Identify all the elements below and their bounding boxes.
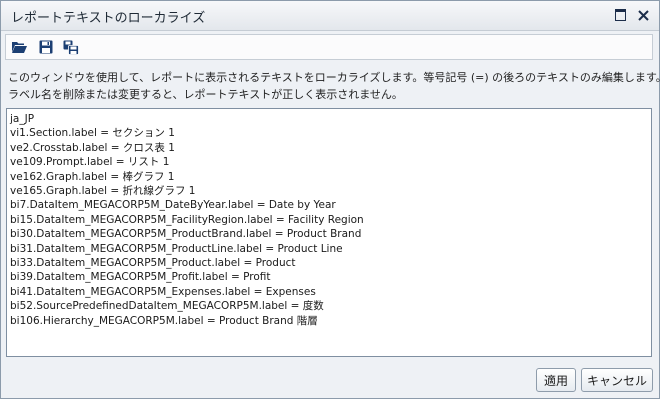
text-line: vi1.Section.label = セクション 1 [10,127,175,140]
text-area-content: ja_JP vi1.Section.label = セクション 1 ve2.Cros… [10,112,364,328]
dialog-title: レポートテキストのローカライズ [11,11,206,26]
text-line: ja_JP [10,113,35,125]
text-line: bi106.Hierarchy_MEGACORP5M.label = Produ… [10,314,318,327]
text-line: ve162.Graph.label = 棒グラフ 1 [10,170,175,183]
text-line: bi33.DataItem_MEGACORP5M_Product.label =… [10,257,296,270]
save-as-icon[interactable] [62,38,80,56]
instructions-text: このウィンドウを使用して、レポートに表示されるテキストをローカライズします。等号… [8,69,660,103]
text-line: bi15.DataItem_MEGACORP5M_FacilityRegion.… [10,213,364,226]
instructions-line-1: このウィンドウを使用して、レポートに表示されるテキストをローカライズします。等号… [8,71,660,84]
text-line: bi41.DataItem_MEGACORP5M_Expenses.label … [10,285,316,298]
title-bar[interactable]: レポートテキストのローカライズ [1,1,659,31]
localize-dialog: レポートテキストのローカライズ このウィンドウを使用して、レポートに表示されるテ… [0,0,660,399]
instructions-line-2: ラベル名を削除または変更すると、レポートテキストが正しく表示されません。 [8,88,403,101]
text-line: ve165.Graph.label = 折れ線グラフ 1 [10,185,196,198]
toolbar [5,34,653,60]
close-icon[interactable] [635,7,651,23]
text-line: bi31.DataItem_MEGACORP5M_ProductLine.lab… [10,242,343,255]
folder-open-icon[interactable] [10,38,28,56]
text-line: ve2.Crosstab.label = クロス表 1 [10,141,175,154]
text-line: bi30.DataItem_MEGACORP5M_ProductBrand.la… [10,228,362,241]
text-line: bi7.DataItem_MEGACORP5M_DateByYear.label… [10,199,336,212]
cancel-button[interactable]: キャンセル [581,368,653,392]
text-line: bi39.DataItem_MEGACORP5M_Profit.label = … [10,271,271,284]
localization-text-area[interactable]: ja_JP vi1.Section.label = セクション 1 ve2.Cros… [6,108,652,357]
save-icon[interactable] [37,38,55,56]
text-line: bi52.SourcePredefinedDataItem_MEGACORP5M… [10,300,324,313]
text-line: ve109.Prompt.label = リスト 1 [10,156,170,169]
maximize-icon[interactable] [612,7,628,23]
apply-button[interactable]: 適用 [536,368,576,392]
button-bar: 適用 キャンセル [1,363,659,398]
